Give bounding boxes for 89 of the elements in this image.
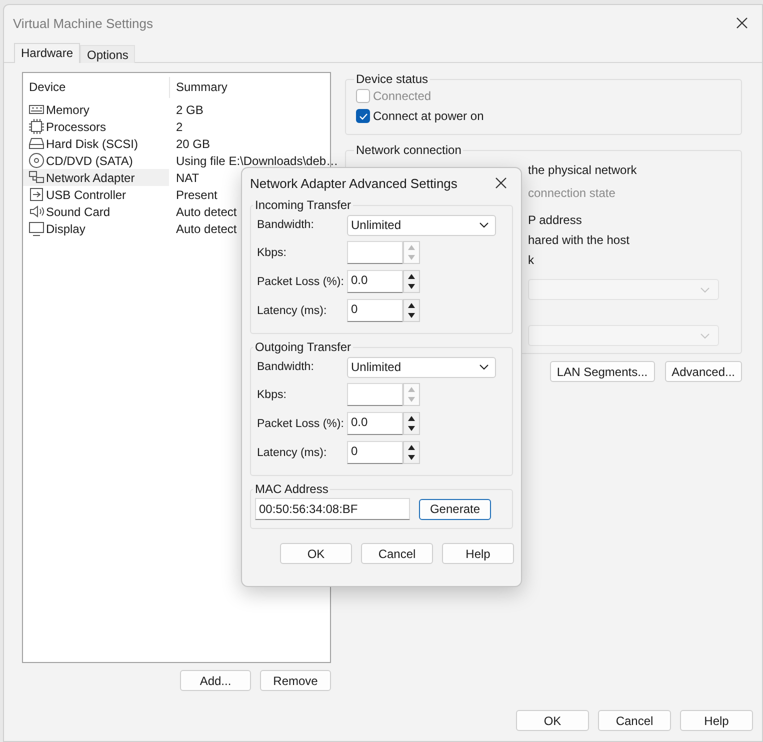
table-cell: Auto detect — [176, 222, 237, 236]
list-button[interactable]: Add... — [180, 670, 251, 691]
chip-icon — [28, 118, 45, 135]
device-item[interactable]: Processors — [23, 118, 169, 135]
device-item[interactable]: CD/DVD (SATA) — [23, 152, 169, 169]
chevron-down-icon — [700, 332, 710, 338]
field-label: Kbps: — [256, 388, 288, 400]
dialog-title: Network Adapter Advanced Settings — [250, 176, 458, 190]
group-title: Device status — [355, 72, 430, 86]
number-field[interactable]: 0 — [347, 441, 403, 464]
option-label: connection state — [528, 186, 616, 202]
up-arrow-icon — [408, 244, 415, 250]
up-arrow-icon — [408, 444, 415, 450]
field-label: Bandwidth: — [256, 361, 315, 373]
number-field[interactable]: 0 — [347, 299, 403, 322]
network-button[interactable]: LAN Segments... — [550, 361, 655, 382]
dialog-button[interactable]: OK — [280, 543, 352, 564]
table-cell: 2 GB — [176, 102, 204, 116]
column-header[interactable]: Device — [23, 77, 169, 98]
dialog-button[interactable]: Cancel — [598, 710, 671, 731]
spin-buttons[interactable] — [403, 441, 420, 464]
table-cell: Auto detect — [176, 204, 237, 218]
device-item[interactable]: Display — [23, 220, 169, 237]
group-title: Outgoing Transfer — [254, 340, 352, 354]
chevron-down-icon — [479, 364, 489, 370]
down-arrow-icon — [408, 397, 415, 402]
bandwidth-select[interactable]: Unlimited — [347, 214, 496, 236]
option-label: the physical network — [528, 163, 638, 179]
spin-buttons[interactable] — [403, 270, 420, 293]
up-arrow-icon — [408, 386, 415, 392]
group-title: MAC Address — [254, 482, 330, 496]
mac-address-field[interactable]: 00:50:56:34:08:BF — [255, 498, 410, 520]
network-button[interactable]: Advanced... — [664, 361, 742, 382]
number-field[interactable]: 0.0 — [347, 270, 403, 293]
tab[interactable]: Hardware — [14, 43, 80, 63]
table-cell: Present — [176, 188, 218, 202]
field-label: Packet Loss (%): — [256, 418, 345, 430]
field-label: Kbps: — [256, 246, 288, 258]
disc-icon — [28, 152, 45, 169]
chevron-down-icon — [479, 222, 489, 228]
number-field[interactable] — [347, 383, 403, 406]
option-label: hared with the host — [528, 233, 630, 249]
bandwidth-select[interactable]: Unlimited — [347, 356, 496, 378]
column-header[interactable]: Summary — [169, 77, 330, 98]
up-arrow-icon — [408, 302, 415, 308]
device-item[interactable]: Hard Disk (SCSI) — [23, 135, 169, 152]
device-item[interactable]: Memory — [23, 101, 169, 118]
table-cell: 20 GB — [176, 136, 210, 150]
close-icon — [736, 17, 748, 29]
dialog-button[interactable]: OK — [516, 710, 589, 731]
dialog-button[interactable]: Cancel — [361, 543, 433, 564]
window-title: Virtual Machine Settings — [13, 16, 153, 30]
field-label: Packet Loss (%): — [256, 276, 345, 288]
list-button[interactable]: Remove — [260, 670, 331, 691]
down-arrow-icon — [408, 455, 415, 460]
spin-buttons[interactable] — [403, 412, 420, 435]
number-field[interactable]: 0.0 — [347, 412, 403, 435]
up-arrow-icon — [408, 274, 415, 279]
field-label: Bandwidth: — [256, 219, 315, 231]
table-cell: Using file E:\Downloads\deb… — [176, 154, 338, 168]
checkbox[interactable]: Connect at power on — [356, 106, 731, 126]
spin-buttons[interactable] — [403, 299, 420, 322]
speaker-icon — [28, 203, 45, 220]
down-arrow-icon — [408, 284, 415, 290]
device-item[interactable]: Network Adapter — [23, 169, 169, 186]
option-label: P address — [528, 213, 583, 229]
up-arrow-icon — [408, 416, 415, 421]
chevron-down-icon — [700, 286, 710, 292]
group-title: Network connection — [355, 143, 462, 157]
field-label: Latency (ms): — [256, 304, 328, 316]
option-label: k — [528, 253, 535, 269]
close-icon — [495, 177, 507, 189]
monitor-icon — [28, 220, 45, 237]
dialog-button[interactable]: Help — [442, 543, 514, 564]
check-icon — [358, 112, 368, 120]
number-field[interactable] — [347, 241, 403, 264]
device-item[interactable]: Sound Card — [23, 203, 169, 220]
field-label: Latency (ms): — [256, 446, 328, 458]
dialog-button[interactable]: Help — [680, 710, 753, 731]
down-arrow-icon — [408, 255, 415, 260]
device-item[interactable]: USB Controller — [23, 186, 169, 203]
table-cell: NAT — [176, 170, 200, 184]
table-cell: 2 — [176, 120, 183, 134]
down-arrow-icon — [408, 426, 415, 432]
tab[interactable]: Options — [80, 45, 136, 63]
generate-button[interactable]: Generate — [419, 498, 491, 520]
network-icon — [28, 169, 45, 186]
down-arrow-icon — [408, 313, 415, 318]
group-title: Incoming Transfer — [254, 198, 352, 212]
